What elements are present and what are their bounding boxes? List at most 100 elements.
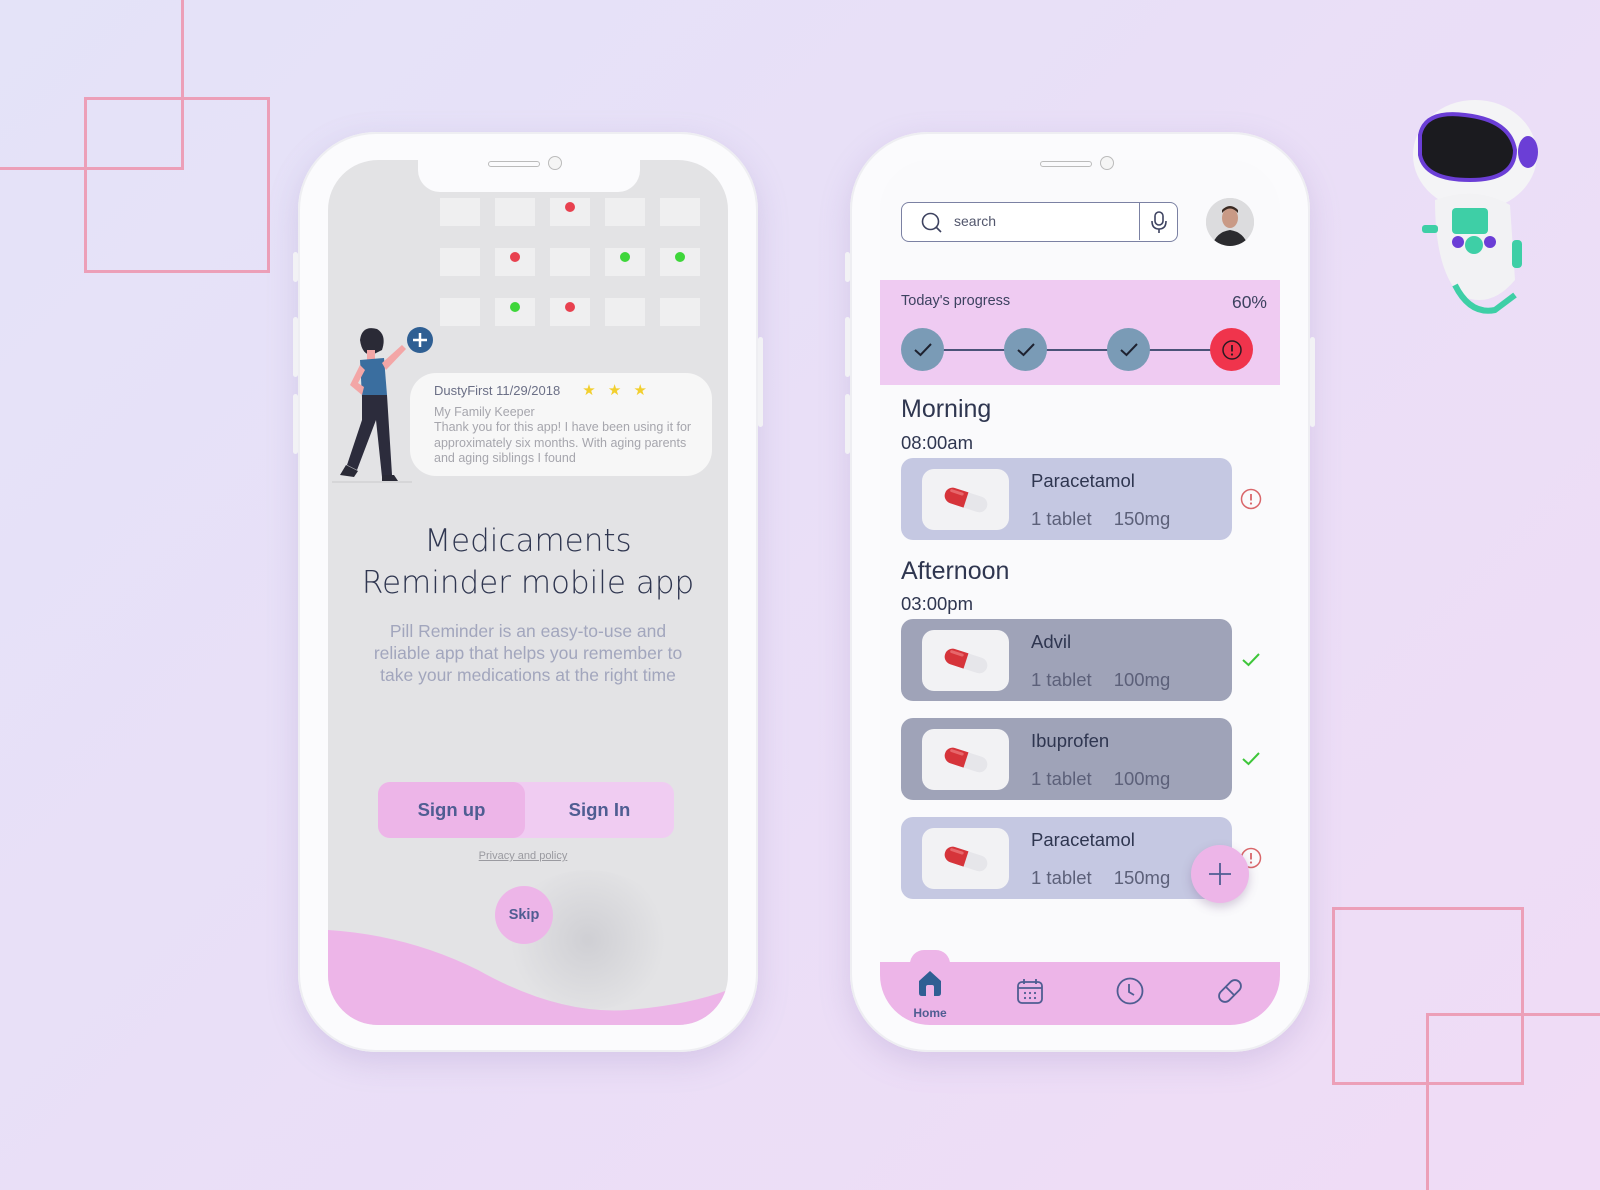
nav-tab-pill[interactable]	[1198, 962, 1262, 1025]
medication-dose: 1 tablet 150mg	[1031, 867, 1170, 889]
medication-dosage: 150mg	[1113, 867, 1171, 888]
calendar-day-cell	[605, 248, 645, 276]
medication-dose: 1 tablet 150mg	[1031, 508, 1170, 530]
medication-thumbnail	[922, 828, 1009, 889]
taken-check-icon[interactable]	[1240, 748, 1262, 770]
calendar-day-cell	[660, 248, 700, 276]
decorative-line	[1426, 1013, 1429, 1190]
progress-step-alert[interactable]	[1210, 328, 1253, 371]
voice-search-button[interactable]	[1139, 203, 1177, 240]
capsule-icon	[944, 747, 987, 772]
calendar-day-cell	[660, 198, 700, 226]
progress-stepper	[901, 328, 1253, 372]
bottom-navigation: Home	[880, 950, 1280, 1025]
missed-dot-icon	[510, 252, 520, 262]
today-progress-card: Today's progress 60%	[880, 280, 1280, 385]
calendar-day-cell	[440, 298, 480, 326]
medication-quantity: 1 tablet	[1031, 508, 1092, 529]
star-rating-icon: ★ ★ ★	[582, 382, 651, 399]
review-author: DustyFirst 11/29/2018	[434, 383, 561, 398]
missed-dot-icon	[565, 202, 575, 212]
taken-dot-icon	[675, 252, 685, 262]
review-title: My Family Keeper	[434, 404, 535, 419]
section-title: Afternoon	[901, 557, 1010, 585]
phone-side-button	[1310, 337, 1315, 427]
review-header: DustyFirst 11/29/2018 ★ ★ ★	[434, 383, 712, 399]
missed-alert-icon[interactable]	[1240, 488, 1262, 510]
calendar-day-cell	[495, 248, 535, 276]
skip-button[interactable]: Skip	[495, 886, 553, 944]
medication-quantity: 1 tablet	[1031, 768, 1092, 789]
progress-label: Today's progress	[901, 293, 1011, 309]
taken-check-icon[interactable]	[1240, 649, 1262, 671]
phone-side-button	[845, 394, 850, 454]
home-screen: Today's progress 60% Morning 08:00am Parac…	[880, 160, 1280, 1025]
pill-icon	[1215, 976, 1245, 1011]
microphone-icon	[1150, 210, 1167, 233]
phone-side-button	[845, 252, 850, 282]
sign-up-button[interactable]: Sign up	[378, 782, 525, 838]
decorative-line	[0, 167, 184, 170]
missed-dot-icon	[565, 302, 575, 312]
onboarding-screen: DustyFirst 11/29/2018 ★ ★ ★ My Family Ke…	[328, 160, 728, 1025]
app-description: Pill Reminder is an easy-to-use and reli…	[373, 621, 683, 685]
phone-side-button	[758, 337, 763, 427]
section-time: 08:00am	[901, 432, 973, 453]
add-medication-button[interactable]	[1191, 845, 1249, 903]
medication-dosage: 100mg	[1113, 768, 1171, 789]
phone-speaker	[1040, 161, 1092, 167]
medication-quantity: 1 tablet	[1031, 669, 1092, 690]
search-bar	[901, 202, 1178, 242]
medication-card[interactable]: Paracetamol 1 tablet 150mg	[901, 458, 1232, 540]
review-body: Thank you for this app! I have been usin…	[434, 420, 692, 465]
calendar-day-cell	[550, 198, 590, 226]
nav-tab-home[interactable]: Home	[898, 962, 962, 1025]
calendar-day-cell	[660, 298, 700, 326]
plus-icon	[1209, 863, 1231, 885]
calendar-day-cell	[605, 298, 645, 326]
user-avatar[interactable]	[1206, 198, 1254, 246]
phone-camera	[1100, 156, 1114, 170]
capsule-icon	[944, 648, 987, 673]
phone-speaker	[488, 161, 540, 167]
section-time: 03:00pm	[901, 593, 973, 614]
check-icon	[1119, 342, 1138, 356]
search-input[interactable]	[954, 213, 1134, 229]
calendar-day-cell	[550, 298, 590, 326]
privacy-policy-link[interactable]: Privacy and policy	[328, 850, 718, 862]
phone-onboarding: DustyFirst 11/29/2018 ★ ★ ★ My Family Ke…	[293, 132, 763, 1052]
medication-thumbnail	[922, 630, 1009, 691]
progress-percent: 60%	[1231, 292, 1267, 312]
calendar-illustration	[440, 198, 700, 326]
medication-card[interactable]: Ibuprofen 1 tablet 100mg	[901, 718, 1232, 800]
medication-thumbnail	[922, 469, 1009, 530]
phone-side-button	[845, 317, 850, 377]
progress-step-done[interactable]	[1107, 328, 1150, 371]
calendar-day-cell	[550, 248, 590, 276]
medication-card[interactable]: Paracetamol 1 tablet 150mg	[901, 817, 1232, 899]
medication-name: Paracetamol	[1031, 829, 1135, 850]
capsule-icon	[944, 487, 987, 512]
medication-name: Advil	[1031, 631, 1072, 652]
decorative-line	[1426, 1013, 1600, 1016]
progress-step-done[interactable]	[1004, 328, 1047, 371]
sign-in-button[interactable]: Sign In	[525, 782, 674, 838]
calendar-day-cell	[605, 198, 645, 226]
check-icon	[913, 342, 932, 356]
progress-step-done[interactable]	[901, 328, 944, 371]
auth-toggle: Sign up Sign In	[378, 782, 674, 838]
medication-card[interactable]: Advil 1 tablet 100mg	[901, 619, 1232, 701]
phone-side-button	[293, 394, 298, 454]
nav-tab-clock[interactable]	[1098, 962, 1162, 1025]
astronaut-illustration	[1413, 100, 1538, 314]
phone-home: Today's progress 60% Morning 08:00am Parac…	[845, 132, 1315, 1052]
check-icon	[1016, 342, 1035, 356]
medication-name: Paracetamol	[1031, 470, 1135, 491]
home-icon	[915, 968, 945, 1003]
review-card: DustyFirst 11/29/2018 ★ ★ ★ My Family Ke…	[410, 373, 712, 476]
calendar-day-cell	[440, 198, 480, 226]
alert-icon	[1221, 339, 1242, 360]
nav-tab-calendar[interactable]	[998, 962, 1062, 1025]
calendar-day-cell	[440, 248, 480, 276]
stepper-line	[923, 349, 1231, 351]
